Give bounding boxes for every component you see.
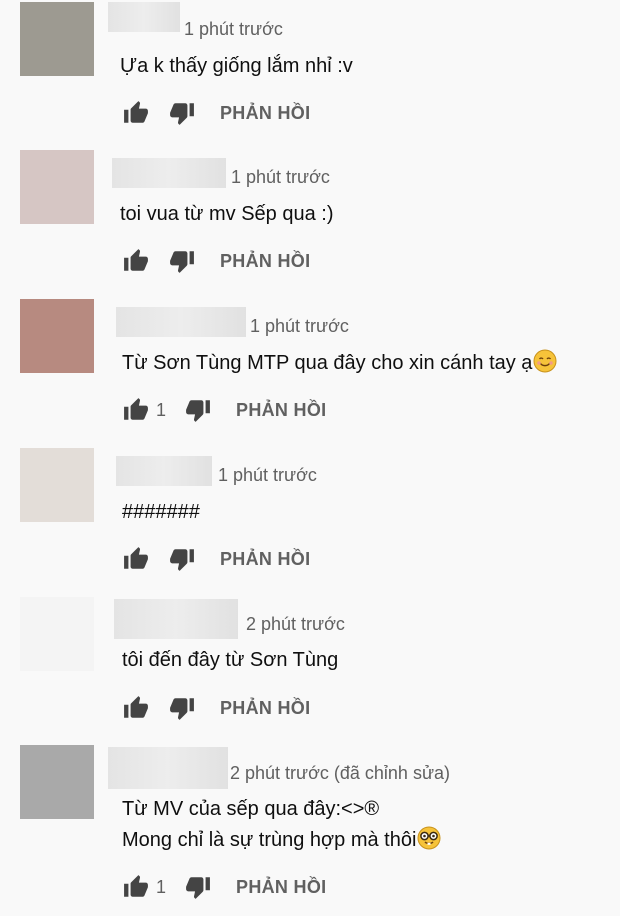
comment-text-line: Từ MV của sếp qua đây:<>® [122, 798, 380, 820]
thumbs-up-icon[interactable] [122, 99, 150, 127]
comment-text-line: Từ Sơn Tùng MTP qua đây cho xin cánh tay… [122, 352, 533, 374]
thumbs-down-icon[interactable] [184, 396, 212, 424]
blurred-username[interactable] [108, 2, 180, 32]
comment-text: tôi đến đây từ Sơn Tùng [122, 649, 339, 671]
blurred-username[interactable] [116, 456, 212, 486]
comment-timestamp[interactable]: 1 phút trước [250, 316, 349, 337]
thumbs-up-icon[interactable] [122, 247, 150, 275]
thumbs-up-icon[interactable] [122, 396, 150, 424]
avatar[interactable] [20, 597, 94, 671]
reply-button[interactable]: PHẢN HỒI [236, 400, 326, 421]
reply-button[interactable]: PHẢN HỒI [220, 549, 310, 570]
comment-actions: PHẢN HỒI [122, 98, 310, 128]
comment-timestamp[interactable]: 1 phút trước [218, 465, 317, 486]
thumbs-up-icon[interactable] [122, 873, 150, 901]
thumbs-down-icon[interactable] [168, 247, 196, 275]
comment-text: Ựa k thấy giống lắm nhỉ :v [120, 55, 353, 77]
comment-actions: PHẢN HỒI [122, 544, 310, 574]
comment-text: toi vua từ mv Sếp qua :) [120, 203, 334, 225]
nerd-emoji-icon [417, 826, 441, 859]
avatar[interactable] [20, 448, 94, 522]
blurred-username[interactable] [114, 599, 238, 639]
reply-button[interactable]: PHẢN HỒI [220, 251, 310, 272]
avatar[interactable] [20, 299, 94, 373]
comment-timestamp[interactable]: 1 phút trước [184, 19, 283, 40]
comment-actions: PHẢN HỒI [122, 693, 310, 723]
avatar[interactable] [20, 745, 94, 819]
like-count: 1 [156, 399, 167, 420]
thumbs-down-icon[interactable] [168, 694, 196, 722]
comment-text-line: Mong chỉ là sự trùng hợp mà thôi [122, 829, 417, 851]
comment-text: Từ Sơn Tùng MTP qua đây cho xin cánh tay… [122, 348, 557, 382]
comment-actions: 1 PHẢN HỒI [122, 872, 326, 902]
comment-timestamp[interactable]: 1 phút trước [231, 167, 330, 188]
thumbs-up-icon[interactable] [122, 545, 150, 573]
thumbs-down-icon[interactable] [168, 545, 196, 573]
blurred-username[interactable] [112, 158, 226, 188]
thumbs-down-icon[interactable] [184, 873, 212, 901]
thumbs-down-icon[interactable] [168, 99, 196, 127]
comment-actions: PHẢN HỒI [122, 246, 310, 276]
blurred-username[interactable] [108, 747, 228, 789]
reply-button[interactable]: PHẢN HỒI [220, 103, 310, 124]
comment-text: Mong chỉ là sự trùng hợp mà thôi [122, 825, 441, 859]
reply-button[interactable]: PHẢN HỒI [220, 698, 310, 719]
comment-text: ####### [122, 501, 200, 523]
avatar[interactable] [20, 150, 94, 224]
avatar[interactable] [20, 2, 94, 76]
thumbs-up-icon[interactable] [122, 694, 150, 722]
like-count: 1 [156, 876, 167, 897]
blurred-username[interactable] [116, 307, 246, 337]
reply-button[interactable]: PHẢN HỒI [236, 877, 326, 898]
comment-actions: 1 PHẢN HỒI [122, 395, 326, 425]
smile-emoji-icon [533, 349, 557, 382]
comment-timestamp[interactable]: 2 phút trước (đã chỉnh sửa) [230, 763, 450, 784]
comment-timestamp[interactable]: 2 phút trước [246, 614, 345, 635]
